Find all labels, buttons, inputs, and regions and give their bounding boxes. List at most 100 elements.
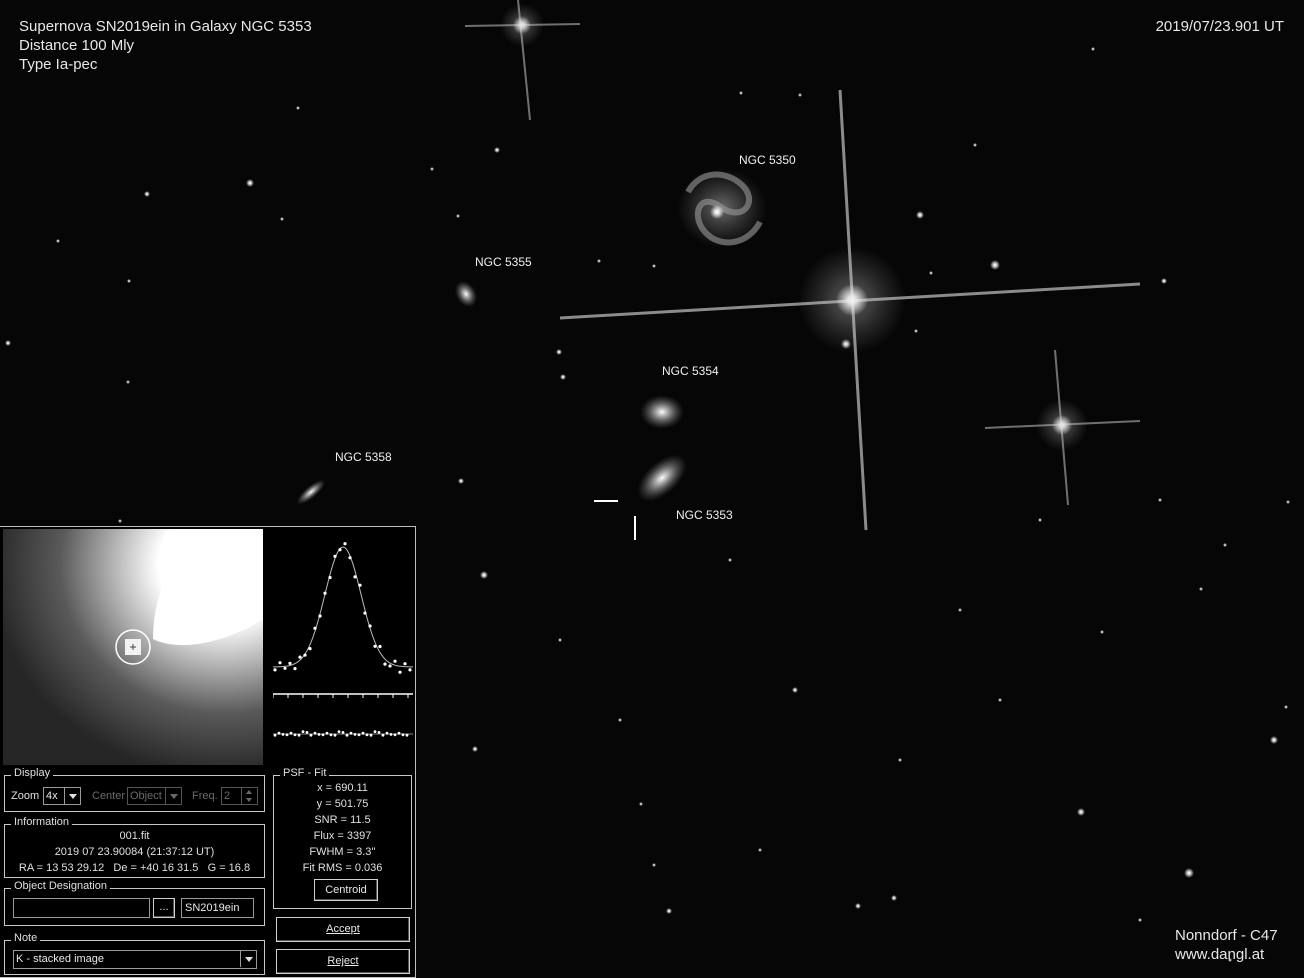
galaxy-ngc5354 <box>640 395 684 429</box>
star <box>472 746 478 752</box>
object-designation-group: Object Designation ... SN2019ein <box>4 880 265 926</box>
zoom-value: 4x <box>46 790 58 802</box>
residual-point <box>309 733 313 737</box>
psf-point <box>333 554 337 558</box>
psf-fit-title: PSF - Fit <box>280 767 330 779</box>
psf-fit-group: PSF - Fit x = 690.11 y = 501.75 SNR = 11… <box>273 767 412 909</box>
freq-spinner[interactable]: 2 <box>221 787 258 805</box>
star <box>430 167 434 171</box>
display-group-title: Display <box>11 767 54 779</box>
center-select[interactable]: Object <box>127 787 182 805</box>
star <box>739 91 743 95</box>
residual-point <box>337 730 341 733</box>
psf-point <box>348 556 352 560</box>
star <box>458 478 464 484</box>
residual-point <box>381 733 385 737</box>
label-ngc5353: NGC 5353 <box>676 508 733 522</box>
star <box>1199 587 1203 591</box>
psf-point <box>303 653 307 657</box>
psf-point <box>293 667 297 671</box>
residual-point <box>277 731 281 735</box>
note-group-title: Note <box>11 932 41 944</box>
star <box>494 147 500 153</box>
star <box>618 718 622 722</box>
psf-point <box>288 661 292 665</box>
psf-fwhm: FWHM = 3.3'' <box>309 846 376 858</box>
residual-point <box>333 733 337 737</box>
residual-point <box>365 733 369 737</box>
residual-point <box>301 730 305 733</box>
centroid-button[interactable]: Centroid <box>314 879 378 901</box>
centroid-button-label: Centroid <box>325 884 367 896</box>
star <box>558 638 562 642</box>
accept-button-label: Accept <box>326 923 360 935</box>
residual-point <box>321 733 325 737</box>
star <box>1223 543 1227 547</box>
star <box>914 329 918 333</box>
star <box>929 271 933 275</box>
display-group: Display Zoom 4x Center Object Freq. 2 <box>4 767 265 812</box>
star <box>144 191 150 197</box>
residual-point <box>353 733 357 736</box>
star <box>958 608 962 612</box>
residual-point <box>377 731 381 734</box>
website-credit: www.dangl.at <box>1175 946 1265 963</box>
star <box>898 758 902 762</box>
designation-input[interactable] <box>13 898 150 918</box>
observatory-credit: Nonndorf - C47 <box>1175 927 1278 944</box>
star <box>798 93 802 97</box>
astrometry-panel: Display Zoom 4x Center Object Freq. 2 In… <box>0 526 416 978</box>
psf-point <box>393 659 397 663</box>
psf-point <box>318 614 322 618</box>
star <box>728 558 732 562</box>
zoom-select[interactable]: 4x <box>43 787 81 805</box>
psf-point <box>308 647 312 651</box>
residual-point <box>285 733 289 737</box>
note-select[interactable]: K - stacked image <box>13 950 257 969</box>
psf-point <box>358 583 362 587</box>
psf-point <box>398 670 402 674</box>
star <box>998 698 1002 702</box>
psf-point <box>403 662 407 666</box>
psf-point <box>323 591 327 595</box>
information-group-title: Information <box>11 816 73 828</box>
reject-button-label: Reject <box>327 955 359 967</box>
psf-point <box>363 611 367 615</box>
star <box>1138 918 1142 922</box>
psf-point <box>368 624 372 628</box>
residual-point <box>373 730 377 733</box>
residual-point <box>305 731 309 734</box>
note-value: K - stacked image <box>16 953 105 965</box>
residual-point <box>293 733 297 737</box>
psf-x: x = 690.11 <box>317 782 368 794</box>
psf-point <box>298 655 302 659</box>
designation-value[interactable]: SN2019ein <box>181 898 254 918</box>
browse-button[interactable]: ... <box>153 898 175 918</box>
star <box>1270 736 1278 744</box>
freq-label: Freq. <box>192 790 218 802</box>
label-ngc5350: NGC 5350 <box>739 153 796 167</box>
chevron-down-icon <box>240 951 256 967</box>
supernova-marker-horizontal <box>594 500 618 502</box>
residual-point <box>317 733 321 736</box>
star <box>597 259 601 263</box>
residual-point <box>369 733 373 737</box>
star <box>916 211 924 219</box>
residual-point <box>357 733 361 737</box>
note-group: Note K - stacked image <box>4 932 265 975</box>
residual-point <box>297 733 301 737</box>
star <box>1184 868 1194 878</box>
accept-button[interactable]: Accept <box>276 917 410 942</box>
psf-point <box>378 644 382 649</box>
chevron-down-icon <box>64 788 80 804</box>
residual-point <box>341 731 345 734</box>
star <box>127 279 131 283</box>
star <box>296 106 300 110</box>
residual-point <box>405 733 409 737</box>
star <box>5 340 11 346</box>
star <box>118 519 122 523</box>
star <box>1286 500 1290 504</box>
psf-point <box>373 644 377 648</box>
reject-button[interactable]: Reject <box>276 949 410 974</box>
center-value: Object <box>130 790 162 802</box>
